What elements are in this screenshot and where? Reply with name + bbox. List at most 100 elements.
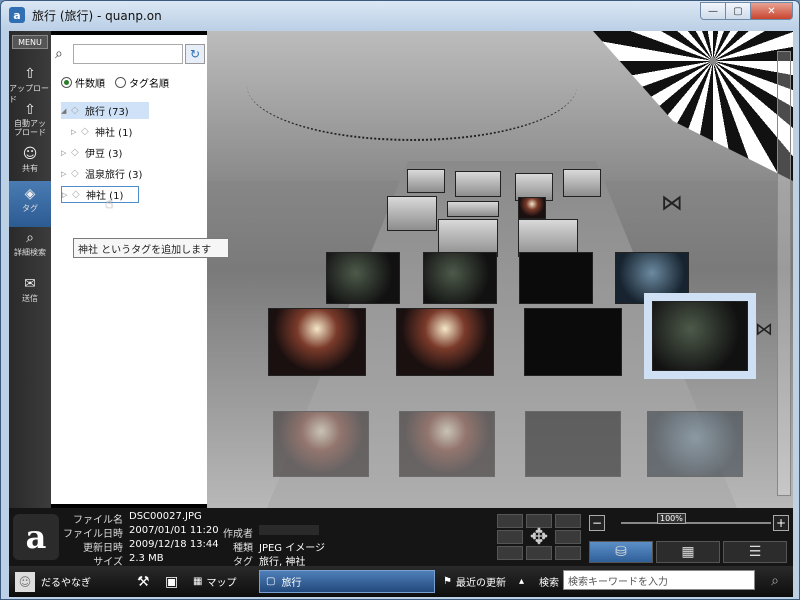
list-view-icon: ☰ [748, 544, 762, 560]
app-window: a 旅行 (旅行) - quanp.on — ▢ ✕ MENU ⇧ アップロード… [0, 0, 800, 600]
quanp-logo-icon: a [13, 514, 59, 560]
view-3d-button[interactable]: ⛁ [589, 541, 653, 563]
stack-view-icon: ⛁ [615, 544, 627, 560]
hand-cursor-icon: ☝ [105, 196, 114, 212]
recent-updates-button[interactable]: ⚑ 最近の更新 [443, 570, 506, 593]
photo-thumbnail[interactable] [326, 252, 400, 304]
rail-send[interactable]: ✉ 送信 [9, 271, 51, 317]
expand-up-button[interactable]: ▴ [519, 570, 524, 593]
rail-auto-upload-label: 自動アップロード [14, 119, 46, 137]
photo-thumbnail[interactable] [519, 252, 593, 304]
close-button[interactable]: ✕ [750, 2, 793, 20]
vertical-slider[interactable] [777, 51, 791, 496]
expanded-arrow-icon[interactable]: ◢ [61, 107, 71, 115]
maximize-button[interactable]: ▢ [725, 2, 751, 20]
keyword-search-input[interactable]: 検索キーワードを入力 [563, 570, 755, 590]
rail-tag[interactable]: ◈ タグ [9, 181, 51, 227]
photo-thumbnail[interactable] [518, 197, 546, 219]
tree-item-shrine[interactable]: ▷ ◇ 神社 (1) [61, 186, 139, 203]
rail-auto-upload[interactable]: ⇧ 自動アップロード [9, 97, 51, 141]
tools-button[interactable]: ⚒ [137, 570, 150, 593]
minimize-button[interactable]: — [700, 2, 726, 20]
client-area: MENU ⇧ アップロード ⇧ 自動アップロード ☺ 共有 ◈ タグ ⌕ 詳細検… [9, 31, 793, 597]
photo-thumbnail[interactable] [563, 169, 601, 197]
auto-upload-icon: ⇧ [24, 102, 36, 118]
rail-tag-label: タグ [22, 204, 38, 213]
tools-icon: ⚒ [137, 573, 150, 590]
rail-advanced-search-label: 詳細検索 [14, 248, 46, 257]
photo-thumbnail[interactable] [455, 171, 501, 197]
window-title: 旅行 (旅行) - quanp.on [32, 8, 162, 23]
map-label: マップ [206, 578, 237, 589]
menu-button[interactable]: MENU [12, 35, 48, 49]
photo-thumbnail[interactable] [447, 201, 499, 217]
tab-travel[interactable]: ▢ 旅行 [259, 570, 435, 593]
recent-updates-label: 最近の更新 [455, 578, 506, 589]
zoom-out-button[interactable]: − [589, 515, 605, 531]
photo-thumbnail[interactable] [647, 411, 743, 477]
sort-by-name-label: タグ名順 [129, 79, 169, 90]
tree-item-shrine-child[interactable]: ▷ ◇ 神社 (1) [71, 123, 132, 140]
photo-thumbnail[interactable] [525, 411, 621, 477]
sort-by-count-label: 件数順 [75, 79, 105, 90]
title-bar[interactable]: a 旅行 (旅行) - quanp.on — ▢ ✕ [1, 1, 799, 29]
radio-dot [115, 77, 126, 88]
zoom-level[interactable]: 100% [657, 513, 686, 524]
photo-thumbnail[interactable] [387, 196, 437, 231]
tag-icon: ◇ [81, 126, 89, 137]
quanp-logo-icon[interactable]: a [9, 7, 25, 23]
photo-thumbnail[interactable] [268, 308, 366, 376]
tab-icon: ▢ [266, 576, 276, 587]
view-grid-button[interactable]: ▦ [656, 541, 720, 563]
search-icon: ⌕ [771, 573, 779, 589]
photo-thumbnail[interactable] [273, 411, 369, 477]
refresh-icon: ↻ [189, 47, 201, 61]
grid-icon: ▦ [193, 576, 203, 587]
search-icon: ⌕ [55, 46, 63, 62]
user-name: だるやなぎ [41, 578, 91, 589]
zoom-slider[interactable] [621, 522, 771, 524]
sort-by-count-radio[interactable]: 件数順 [61, 75, 105, 90]
tree-item-travel[interactable]: ◢ ◇ 旅行 (73) [61, 102, 149, 119]
collapsed-arrow-icon[interactable]: ▷ [71, 128, 81, 136]
photo-thumbnail[interactable] [407, 169, 445, 193]
user-button[interactable]: ☺ だるやなぎ [15, 570, 91, 593]
tree-item-onsen-trip[interactable]: ▷ ◇ 温泉旅行 (3) [61, 165, 142, 182]
sort-by-name-radio[interactable]: タグ名順 [115, 75, 169, 90]
user-avatar-icon: ☺ [15, 571, 35, 592]
map-button[interactable]: ▦ マップ [193, 570, 236, 593]
selected-photo-thumbnail[interactable] [652, 301, 748, 371]
photo-thumbnail[interactable] [396, 308, 494, 376]
tree-item-izu[interactable]: ▷ ◇ 伊豆 (3) [61, 144, 122, 161]
butterfly-icon: ⋈ [661, 191, 683, 216]
refresh-button[interactable]: ↻ [185, 44, 205, 64]
zoom-in-button[interactable]: + [773, 515, 789, 531]
photo-thumbnail[interactable] [615, 252, 689, 304]
upload-icon: ⇧ [24, 66, 36, 82]
search-go-button[interactable]: ⌕ [761, 569, 789, 593]
tag-search-input[interactable] [73, 44, 183, 64]
photo-thumbnail[interactable] [423, 252, 497, 304]
collapsed-arrow-icon[interactable]: ▷ [61, 149, 71, 157]
magnifier-icon: ⌕ [26, 230, 34, 246]
photo-thumbnail[interactable] [399, 411, 495, 477]
tooltip: 神社 というタグを追加します [73, 238, 229, 258]
rail-advanced-search[interactable]: ⌕ 詳細検索 [9, 225, 51, 271]
photo-thumbnail[interactable] [524, 308, 622, 376]
bottom-taskbar: ☺ だるやなぎ ⚒ ▣ ▦ マップ ▢ 旅行 ⚑ 最近の更新 ▴ 検索 検索キー… [9, 566, 793, 597]
view-list-button[interactable]: ☰ [723, 541, 787, 563]
search-label: 検索 [539, 578, 559, 589]
tree-item-label: 旅行 (73) [85, 107, 129, 118]
collapsed-arrow-icon[interactable]: ▷ [61, 170, 71, 178]
tag-icon: ◇ [71, 168, 79, 179]
calendar-button[interactable]: ▣ [165, 570, 178, 593]
left-rail: MENU ⇧ アップロード ⇧ 自動アップロード ☺ 共有 ◈ タグ ⌕ 詳細検… [9, 31, 51, 508]
tag-search-row: ⌕ ↻ [55, 43, 205, 65]
radio-dot-selected [61, 77, 72, 88]
collapsed-arrow-icon[interactable]: ▷ [62, 191, 72, 199]
move-arrows-icon[interactable]: ✥ [515, 520, 563, 554]
photo-stage[interactable]: ⋈ ⋈ [207, 31, 793, 508]
tag-icon: ◇ [71, 105, 79, 116]
tag-icon: ◇ [72, 189, 80, 200]
kind-label: 種類 [233, 543, 253, 554]
